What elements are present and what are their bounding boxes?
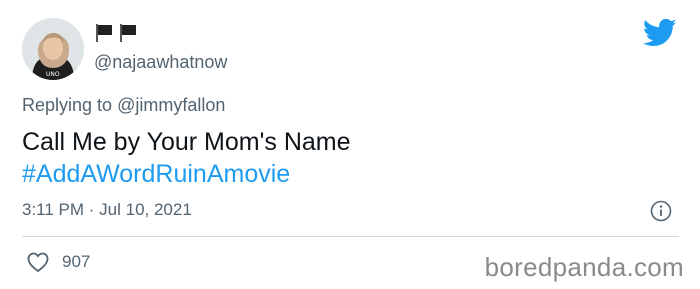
like-action[interactable]: 907 — [26, 250, 90, 274]
replying-mention-link[interactable]: @jimmyfallon — [117, 95, 225, 115]
twitter-bird-icon — [643, 18, 677, 47]
svg-text:UNO: UNO — [46, 71, 60, 78]
black-flag-icon — [96, 24, 112, 42]
tweet-body: Call Me by Your Mom's Name #AddAWordRuin… — [22, 126, 351, 190]
tweet-text: Call Me by Your Mom's Name — [22, 128, 351, 156]
tweet-timestamp[interactable]: 3:11 PM · Jul 10, 2021 — [22, 200, 192, 220]
watermark: boredpanda.com — [484, 252, 684, 282]
user-handle[interactable]: @najaawhatnow — [94, 52, 227, 73]
replying-label: Replying to — [22, 95, 118, 115]
display-name[interactable] — [94, 22, 138, 44]
heart-icon[interactable] — [26, 250, 50, 274]
info-icon[interactable] — [650, 200, 672, 222]
replying-to-line: Replying to @jimmyfallon — [22, 95, 225, 116]
black-flag-icon — [120, 24, 136, 42]
hashtag-link[interactable]: #AddAWordRuinAmovie — [22, 158, 351, 190]
like-count: 907 — [62, 252, 91, 271]
avatar[interactable]: UNO — [22, 18, 84, 80]
divider — [22, 236, 679, 237]
